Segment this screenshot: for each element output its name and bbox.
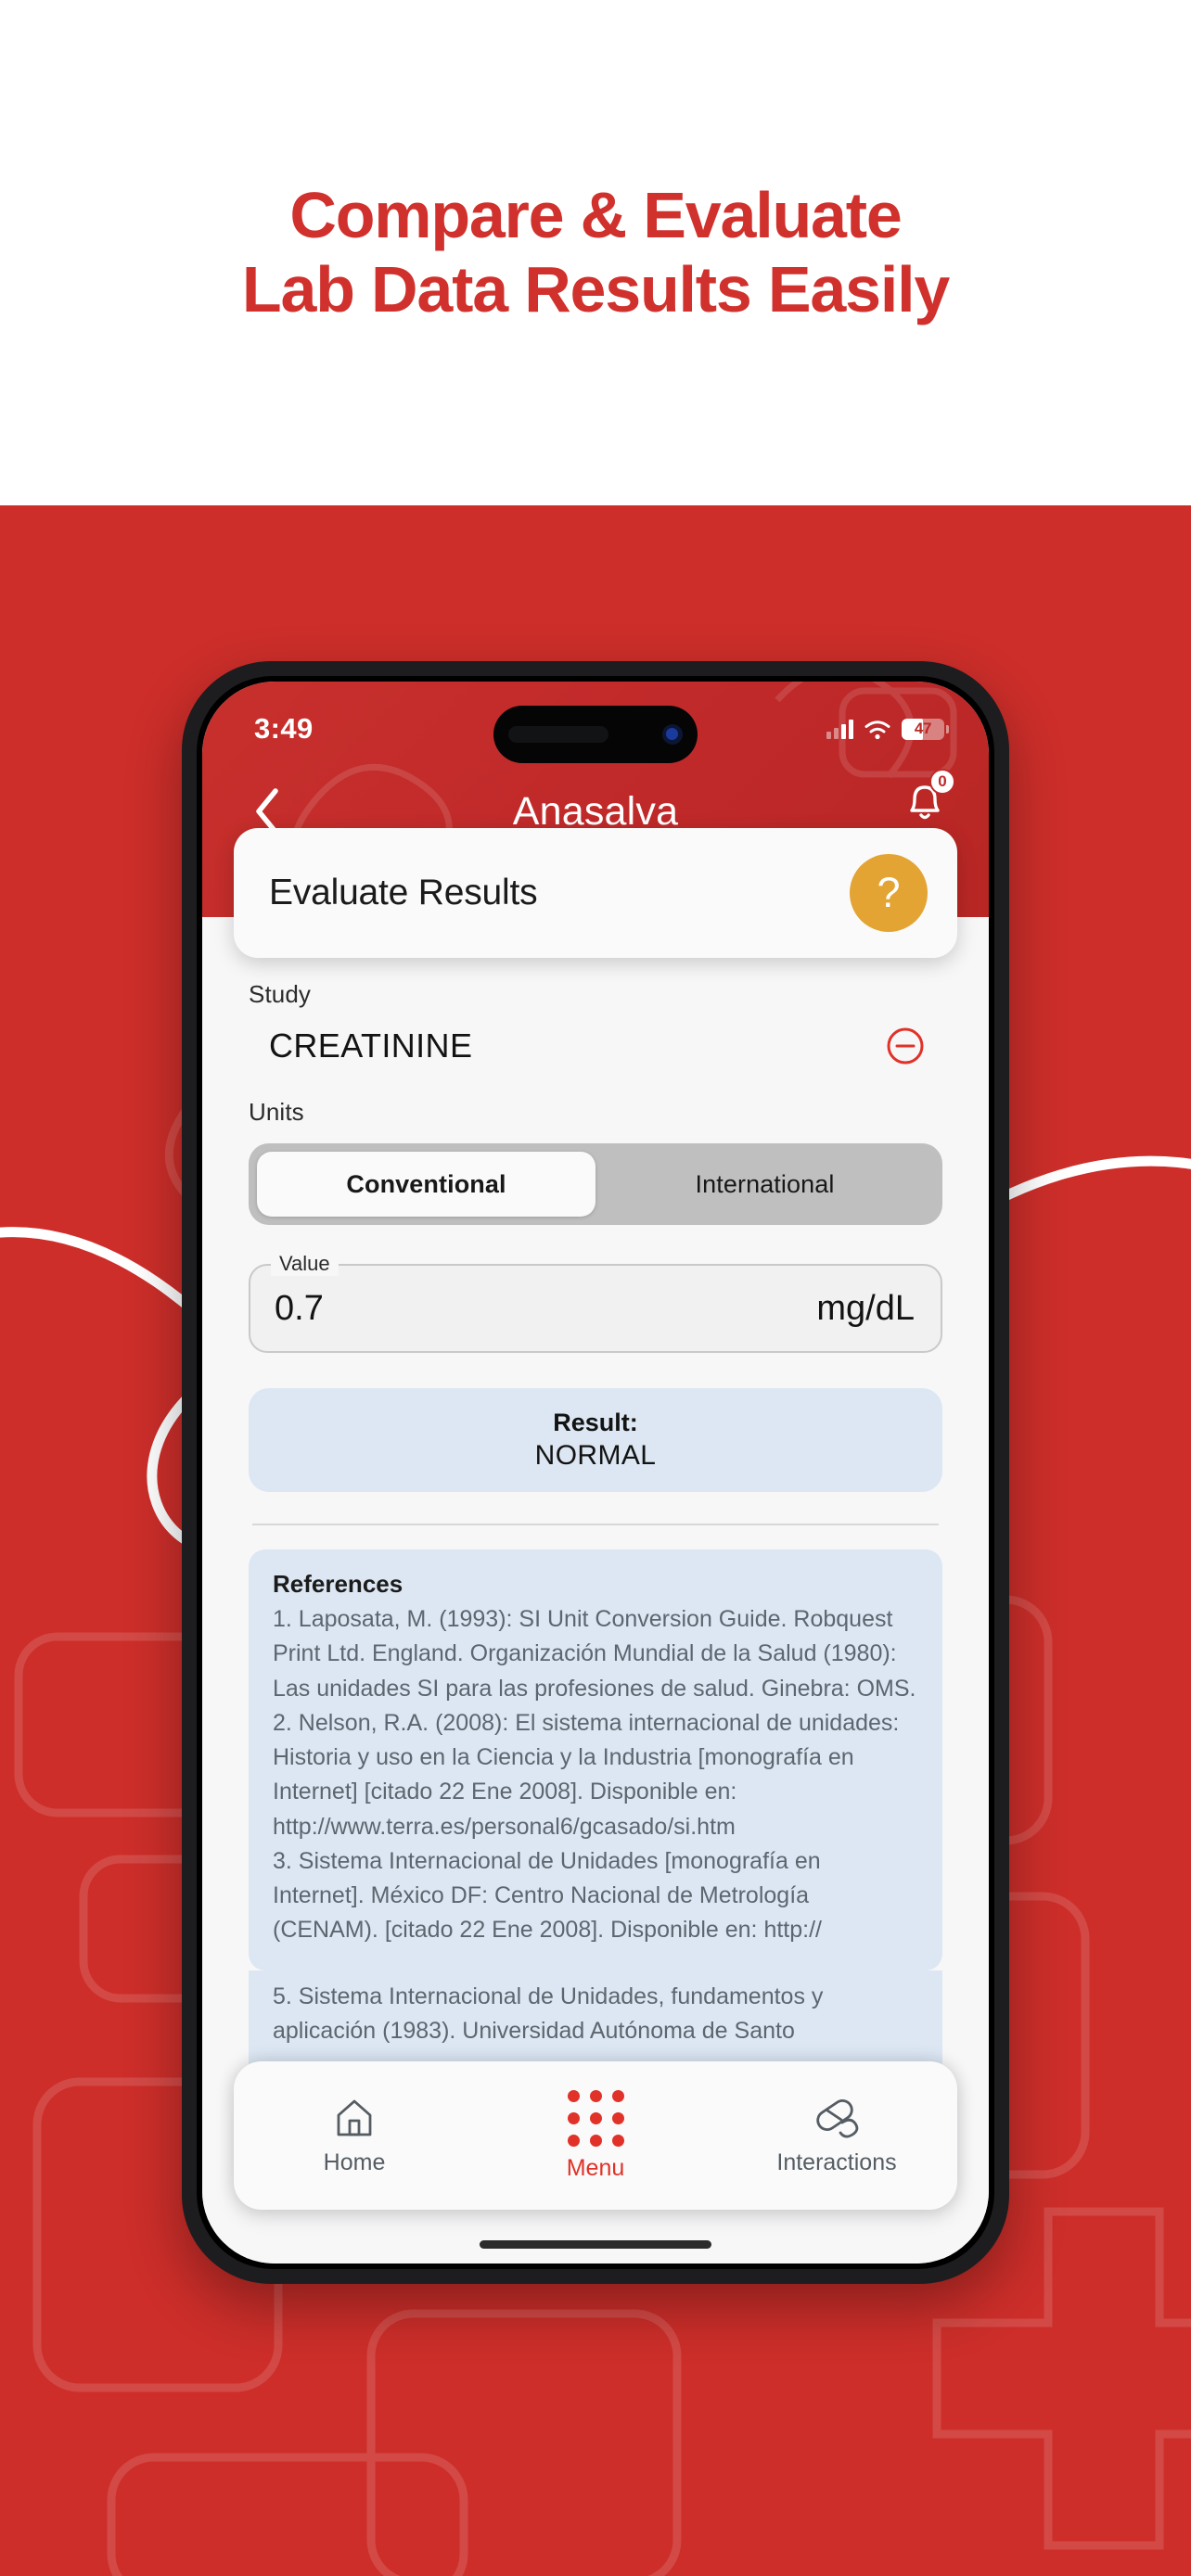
promo-headline-band: Compare & Evaluate Lab Data Results Easi…: [0, 0, 1191, 505]
page-title: Compare & Evaluate Lab Data Results Easi…: [241, 179, 950, 325]
help-button[interactable]: ?: [850, 854, 928, 932]
phone-bezel: 3:49 47 Anasalva 0 Evaluate Results ? St…: [197, 676, 994, 2269]
tab-menu[interactable]: Menu: [475, 2089, 716, 2182]
units-segmented-control[interactable]: Conventional International: [249, 1143, 942, 1225]
study-row[interactable]: CREATININE: [249, 1026, 942, 1066]
tab-interactions-label: Interactions: [776, 2149, 897, 2175]
cellular-signal-icon: [826, 719, 853, 739]
evaluate-results-card: Evaluate Results ?: [234, 828, 957, 958]
phone-screen: 3:49 47 Anasalva 0 Evaluate Results ? St…: [202, 682, 989, 2264]
home-indicator: [480, 2240, 711, 2249]
value-input[interactable]: Value 0.7 mg/dL: [249, 1252, 942, 1353]
headline-line-2: Lab Data Results Easily: [241, 252, 950, 325]
headline-line-1: Compare & Evaluate: [289, 179, 902, 252]
status-time: 3:49: [254, 712, 314, 745]
references-body: 1. Laposata, M. (1993): SI Unit Conversi…: [273, 1606, 916, 1944]
app-content: Evaluate Results ? Study CREATININE Unit…: [202, 828, 989, 2264]
result-value: NORMAL: [534, 1440, 657, 1471]
references-title: References: [273, 1570, 403, 1598]
units-option-international[interactable]: International: [596, 1152, 934, 1217]
references-tail-text: 5. Sistema Internacional de Unidades, fu…: [273, 1983, 824, 2044]
references-box: References 1. Laposata, M. (1993): SI Un…: [249, 1549, 942, 1970]
battery-percent: 47: [914, 720, 932, 737]
study-value: CREATININE: [269, 1027, 473, 1065]
bottom-tab-bar: Home Menu Interactions: [234, 2061, 957, 2210]
dynamic-island: [493, 706, 698, 763]
units-option-conventional[interactable]: Conventional: [257, 1152, 596, 1217]
study-label: Study: [249, 980, 311, 1008]
result-label: Result:: [553, 1409, 638, 1436]
tab-interactions[interactable]: Interactions: [716, 2095, 957, 2176]
battery-icon: 47: [902, 718, 949, 740]
minus-circle-icon[interactable]: [885, 1026, 926, 1066]
tab-menu-label: Menu: [566, 2154, 625, 2181]
alerts-badge: 0: [929, 768, 955, 795]
evaluate-form: Study CREATININE Units Conventional Inte…: [202, 980, 989, 2071]
front-camera: [662, 724, 683, 745]
phone-device-frame: 3:49 47 Anasalva 0 Evaluate Results ? St…: [182, 661, 1009, 2284]
evaluate-results-title: Evaluate Results: [269, 873, 538, 912]
references-continuation: 5. Sistema Internacional de Unidades, fu…: [249, 1970, 942, 2071]
value-unit: mg/dL: [816, 1288, 915, 1328]
wifi-icon: [864, 720, 890, 739]
section-divider: [252, 1524, 939, 1525]
earpiece-speaker: [508, 726, 608, 743]
tab-home-label: Home: [323, 2149, 386, 2175]
result-box: Result: NORMAL: [249, 1388, 942, 1492]
value-field-label: Value: [271, 1252, 339, 1276]
status-indicators: 47: [826, 718, 949, 740]
home-icon: [337, 2099, 372, 2136]
grid-dots-icon: [567, 2089, 624, 2147]
units-label: Units: [249, 1098, 304, 1126]
value-text: 0.7: [275, 1288, 324, 1328]
tab-home[interactable]: Home: [234, 2095, 475, 2176]
pills-icon: [816, 2099, 859, 2138]
